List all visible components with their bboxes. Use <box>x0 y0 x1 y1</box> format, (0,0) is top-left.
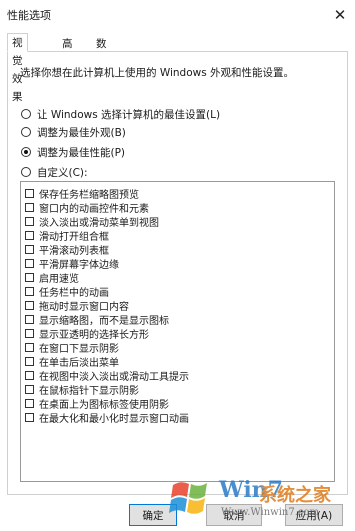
radio-button[interactable] <box>21 127 31 137</box>
checkbox[interactable] <box>25 329 34 338</box>
checkbox[interactable] <box>25 203 34 212</box>
checkbox[interactable] <box>25 301 34 310</box>
radio-button[interactable] <box>21 167 31 177</box>
checkbox-label: 窗口内的动画控件和元素 <box>39 204 149 215</box>
tab-advanced[interactable]: 高级 <box>57 35 78 66</box>
window-title: 性能选项 <box>7 9 51 22</box>
checkbox-item[interactable]: 滑动打开组合框 <box>25 229 109 243</box>
effects-checkbox-list[interactable]: 保存任务栏缩略图预览 窗口内的动画控件和元素 淡入淡出或滑动菜单到视图 滑动打开… <box>20 181 335 482</box>
checkbox-item[interactable]: 在鼠标指针下显示阴影 <box>25 383 139 397</box>
checkbox[interactable] <box>25 259 34 268</box>
radio-label: 自定义(C): <box>37 166 88 179</box>
checkbox-label: 任务栏中的动画 <box>39 288 109 299</box>
checkbox-label: 在视图中淡入淡出或滑动工具提示 <box>39 372 189 383</box>
tab-dep[interactable]: 数据执行保护 <box>91 35 112 130</box>
radio-best-appearance[interactable]: 调整为最佳外观(B) <box>21 124 126 140</box>
checkbox-item[interactable]: 在窗口下显示阴影 <box>25 341 119 355</box>
cancel-button[interactable]: 取消 <box>206 504 262 526</box>
radio-custom[interactable]: 自定义(C): <box>21 164 88 180</box>
checkbox-item[interactable]: 窗口内的动画控件和元素 <box>25 201 149 215</box>
radio-button[interactable] <box>21 109 31 119</box>
checkbox-label: 显示缩略图，而不是显示图标 <box>39 316 169 327</box>
checkbox-label: 在窗口下显示阴影 <box>39 344 119 355</box>
radio-label: 调整为最佳性能(P) <box>37 146 126 159</box>
checkbox[interactable] <box>25 371 34 380</box>
checkbox[interactable] <box>25 217 34 226</box>
checkbox[interactable] <box>25 189 34 198</box>
description-text: 选择你想在此计算机上使用的 Windows 外观和性能设置。 <box>20 67 295 79</box>
checkbox-item[interactable]: 拖动时显示窗口内容 <box>25 299 129 313</box>
checkbox-label: 拖动时显示窗口内容 <box>39 302 129 313</box>
checkbox-item[interactable]: 在桌面上为图标标签使用阴影 <box>25 397 169 411</box>
apply-button[interactable]: 应用(A) <box>285 504 343 526</box>
checkbox-label: 显示亚透明的选择长方形 <box>39 330 149 341</box>
checkbox-item[interactable]: 保存任务栏缩略图预览 <box>25 187 139 201</box>
checkbox[interactable] <box>25 413 34 422</box>
checkbox-item[interactable]: 平滑滚动列表框 <box>25 243 109 257</box>
checkbox-item[interactable]: 启用速览 <box>25 271 79 285</box>
visual-effects-panel: 选择你想在此计算机上使用的 Windows 外观和性能设置。 让 Windows… <box>7 51 348 495</box>
checkbox[interactable] <box>25 343 34 352</box>
checkbox[interactable] <box>25 385 34 394</box>
checkbox[interactable] <box>25 315 34 324</box>
checkbox-label: 在桌面上为图标标签使用阴影 <box>39 400 169 411</box>
checkbox[interactable] <box>25 231 34 240</box>
checkbox-label: 淡入淡出或滑动菜单到视图 <box>39 218 159 229</box>
ok-button[interactable]: 确定 <box>129 504 177 526</box>
checkbox-item[interactable]: 在最大化和最小化时显示窗口动画 <box>25 411 189 425</box>
checkbox-label: 滑动打开组合框 <box>39 232 109 243</box>
checkbox-item[interactable]: 平滑屏幕字体边缘 <box>25 257 119 271</box>
radio-best-performance[interactable]: 调整为最佳性能(P) <box>21 144 125 160</box>
checkbox-label: 启用速览 <box>39 274 79 285</box>
tab-visual-effects[interactable]: 视觉效果 <box>7 33 28 103</box>
checkbox-label: 平滑滚动列表框 <box>39 246 109 257</box>
radio-label: 让 Windows 选择计算机的最佳设置(L) <box>37 108 221 121</box>
checkbox-item[interactable]: 淡入淡出或滑动菜单到视图 <box>25 215 159 229</box>
radio-button-selected[interactable] <box>21 147 31 157</box>
checkbox[interactable] <box>25 357 34 366</box>
checkbox-item[interactable]: 任务栏中的动画 <box>25 285 109 299</box>
checkbox-label: 在鼠标指针下显示阴影 <box>39 386 139 397</box>
checkbox-label: 在单击后淡出菜单 <box>39 358 119 369</box>
checkbox-label: 在最大化和最小化时显示窗口动画 <box>39 414 189 425</box>
checkbox-item[interactable]: 在视图中淡入淡出或滑动工具提示 <box>25 369 189 383</box>
checkbox-item[interactable]: 显示缩略图，而不是显示图标 <box>25 313 169 327</box>
checkbox-item[interactable]: 显示亚透明的选择长方形 <box>25 327 149 341</box>
checkbox[interactable] <box>25 273 34 282</box>
checkbox-item[interactable]: 在单击后淡出菜单 <box>25 355 119 369</box>
checkbox[interactable] <box>25 245 34 254</box>
checkbox[interactable] <box>25 287 34 296</box>
checkbox[interactable] <box>25 399 34 408</box>
close-button[interactable]: ✕ <box>325 0 355 30</box>
checkbox-label: 保存任务栏缩略图预览 <box>39 190 139 201</box>
radio-let-windows-choose[interactable]: 让 Windows 选择计算机的最佳设置(L) <box>21 106 220 122</box>
checkbox-label: 平滑屏幕字体边缘 <box>39 260 119 271</box>
title-bar: 性能选项 ✕ <box>0 0 355 30</box>
radio-label: 调整为最佳外观(B) <box>37 126 126 139</box>
close-icon: ✕ <box>333 6 347 24</box>
